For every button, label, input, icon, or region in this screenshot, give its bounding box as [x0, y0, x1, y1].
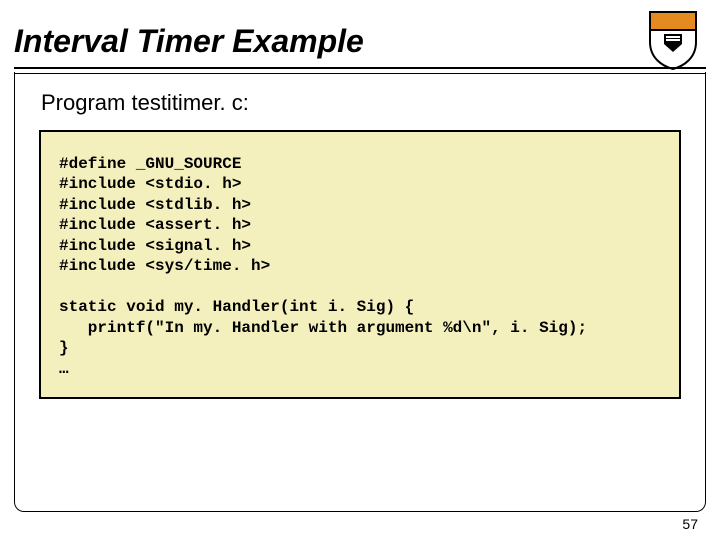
code-line: printf("In my. Handler with argument %d\… [59, 319, 587, 337]
slide: Interval Timer Example Program testitime… [0, 0, 720, 540]
code-line: } [59, 339, 69, 357]
slide-title: Interval Timer Example [14, 23, 364, 60]
title-bar: Interval Timer Example [14, 12, 706, 70]
code-line: … [59, 360, 69, 378]
code-listing: #define _GNU_SOURCE #include <stdio. h> … [39, 130, 681, 399]
code-line: #include <stdlib. h> [59, 196, 251, 214]
body-frame: Program testitimer. c: #define _GNU_SOUR… [14, 72, 706, 512]
page-number: 57 [682, 516, 698, 532]
code-line: #include <signal. h> [59, 237, 251, 255]
program-label: Program testitimer. c: [41, 90, 681, 116]
code-line: static void my. Handler(int i. Sig) { [59, 298, 414, 316]
school-crest-icon [646, 8, 700, 70]
code-line: #include <stdio. h> [59, 175, 241, 193]
code-line: #include <sys/time. h> [59, 257, 270, 275]
code-line: #include <assert. h> [59, 216, 251, 234]
code-line: #define _GNU_SOURCE [59, 155, 241, 173]
